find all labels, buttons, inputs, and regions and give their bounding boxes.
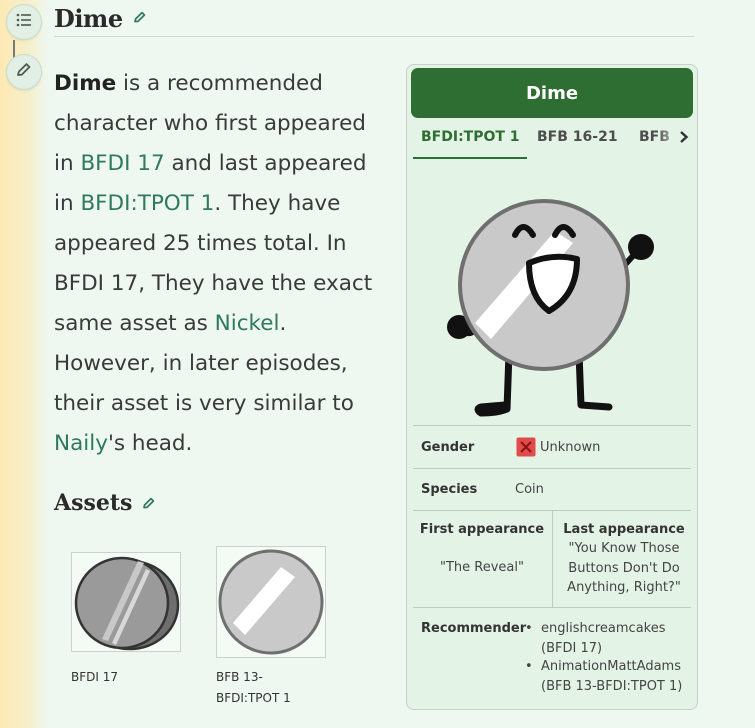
gender-value: Unknown <box>540 440 601 455</box>
last-appearance-label: Last appearance <box>563 522 685 537</box>
page-title: Dime <box>54 3 123 33</box>
active-tab-indicator <box>413 157 527 159</box>
page-header: Dime <box>54 0 694 37</box>
asset-caption: BFB 13-BFDI:TPOT 1 <box>216 670 291 705</box>
link-last-episode[interactable]: BFDI:TPOT 1 <box>80 191 214 216</box>
row-divider <box>413 425 691 426</box>
coin-side-image <box>74 556 180 651</box>
link-naily[interactable]: Naily <box>54 431 108 456</box>
recommender-note: (BFB 13-BFDI:TPOT 1) <box>541 678 683 694</box>
asset-image-bfdi17[interactable] <box>71 552 181 652</box>
row-divider <box>413 468 691 469</box>
infobox: Dime BFDI:TPOT 1 BFB 16-21 BFB Gender Un… <box>406 64 698 710</box>
tab-scroll-next-button[interactable] <box>679 129 689 148</box>
edit-title-button[interactable] <box>133 9 147 28</box>
subject-name: Dime <box>54 71 117 96</box>
recommender-item: englishcreamcakes (BFDI 17) <box>541 619 691 658</box>
species-value: Coin <box>515 482 544 497</box>
left-rail <box>0 0 48 728</box>
asset-caption: BFDI 17 <box>71 670 118 684</box>
tab-bfdi-tpot-1[interactable]: BFDI:TPOT 1 <box>421 129 520 145</box>
chevron-right-icon <box>679 129 689 148</box>
edit-page-button[interactable] <box>6 54 42 90</box>
first-appearance-label: First appearance <box>419 522 545 537</box>
recommender-label: Recommender <box>421 621 527 636</box>
first-appearance-value: "The Reveal" <box>440 560 524 575</box>
bullet: • <box>525 659 533 674</box>
article-paragraph: Dime is a recommended character who firs… <box>54 64 384 464</box>
list-icon <box>15 12 33 32</box>
column-divider <box>552 510 553 607</box>
tab-bfb-16-21[interactable]: BFB 16-21 <box>537 129 618 145</box>
assets-title: Assets <box>54 490 133 516</box>
recommender-note: (BFDI 17) <box>541 640 603 656</box>
text-run: 's head. <box>107 431 193 456</box>
last-appearance-value: "You Know Those Buttons Don't Do Anythin… <box>567 541 681 595</box>
toc-button[interactable] <box>6 4 42 40</box>
main-content: Dime Dime is a recommended character who… <box>54 0 755 728</box>
link-nickel[interactable]: Nickel <box>215 311 280 336</box>
link-first-episode[interactable]: BFDI 17 <box>80 151 164 176</box>
pencil-icon <box>142 490 156 516</box>
gender-label: Gender <box>421 440 475 455</box>
recommender-item: AnimationMattAdams (BFB 13-BFDI:TPOT 1) <box>541 657 691 696</box>
asset-image-bfb[interactable] <box>216 546 326 658</box>
character-image <box>447 199 654 417</box>
x-mark-icon <box>516 437 536 461</box>
pencil-icon <box>15 61 33 83</box>
bullet: • <box>525 621 533 636</box>
recommender-name: AnimationMattAdams <box>541 659 681 674</box>
row-divider <box>413 607 691 608</box>
infobox-title: Dime <box>411 68 693 118</box>
recommender-name: englishcreamcakes <box>541 621 666 636</box>
species-label: Species <box>421 482 478 497</box>
edit-section-button[interactable] <box>142 490 156 516</box>
assets-heading: Assets <box>54 490 156 516</box>
coin-face-image <box>218 549 324 655</box>
pencil-icon <box>133 9 147 28</box>
